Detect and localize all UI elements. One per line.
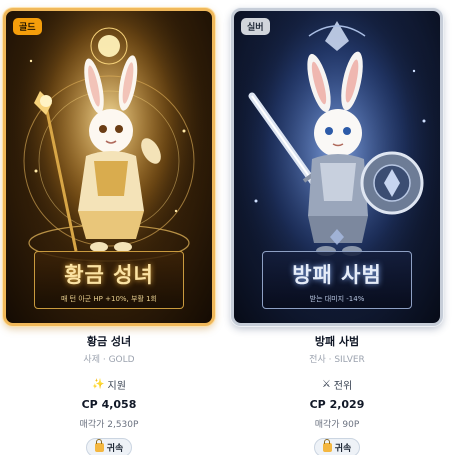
- card-class-grade: 사제 · GOLD: [83, 355, 135, 365]
- combat-power: CP 4,058: [81, 398, 137, 411]
- combat-power: CP 2,029: [309, 398, 365, 411]
- grade-badge: 골드: [13, 18, 42, 35]
- sell-price: 매각가 90P: [314, 420, 360, 430]
- card-role: ✨ 지원: [0, 377, 218, 392]
- card-class-grade: 전사 · SILVER: [309, 355, 365, 365]
- crossed-swords-icon: ⚔: [321, 379, 331, 390]
- art-title: 황금 성녀: [64, 262, 154, 287]
- role-label: 전위: [333, 381, 353, 392]
- card-name: 황금 성녀: [86, 335, 132, 348]
- sell-price: 매각가 2,530P: [79, 420, 139, 430]
- lock-icon: [94, 439, 104, 452]
- sparkle-icon: ✨: [92, 379, 105, 390]
- bound-badge[interactable]: 귀속: [85, 438, 133, 455]
- art-subtitle: 매 턴 아군 HP +10%, 부활 1회: [60, 295, 158, 303]
- card-info: 방패 사범 전사 · SILVER ⚔ 전위 CP 2,029 매각가 90P …: [228, 333, 446, 455]
- bound-label: 귀속: [106, 444, 124, 454]
- card-info: 황금 성녀 사제 · GOLD ✨ 지원 CP 4,058 매각가 2,530P…: [0, 333, 218, 455]
- art-nameplate: 황금 성녀 매 턴 아군 HP +10%, 부활 1회: [34, 251, 184, 309]
- lock-icon: [322, 439, 332, 452]
- art-title: 방패 사범: [292, 262, 382, 287]
- card-artwork: 실버 방패 사범 받는 대미지 -14%: [231, 8, 443, 326]
- card-shield-master[interactable]: 실버 방패 사범 받는 대미지 -14% 방패 사범 전사 · SILVER ⚔…: [228, 0, 446, 455]
- role-label: 지원: [107, 381, 126, 392]
- card-role: ⚔ 전위: [228, 377, 446, 392]
- card-artwork: 골드 황금 성녀 매 턴 아군 HP +10%, 부활 1회: [3, 8, 215, 326]
- card-name: 방패 사범: [314, 335, 360, 348]
- card-golden-saint[interactable]: 골드 황금 성녀 매 턴 아군 HP +10%, 부활 1회 황금 성녀 사제 …: [0, 0, 218, 455]
- art-nameplate: 방패 사범 받는 대미지 -14%: [262, 251, 412, 309]
- grade-badge: 실버: [241, 18, 270, 35]
- bound-label: 귀속: [334, 444, 352, 454]
- art-subtitle: 받는 대미지 -14%: [309, 295, 365, 303]
- bound-badge[interactable]: 귀속: [313, 438, 361, 455]
